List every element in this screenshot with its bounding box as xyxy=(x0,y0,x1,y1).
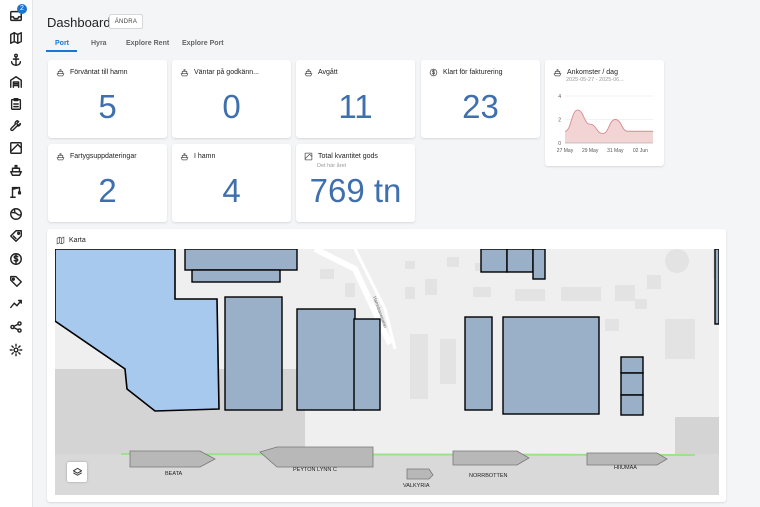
garage-icon[interactable] xyxy=(9,75,23,89)
dollar-icon[interactable] xyxy=(9,252,23,266)
clipboard-icon[interactable] xyxy=(9,97,23,111)
ship-label-hiiumaa: HIIUMAA xyxy=(614,465,637,471)
card-updates[interactable]: Fartygsuppdateringar 2 xyxy=(48,144,167,222)
tab-hyra[interactable]: Hyra xyxy=(91,40,107,47)
chart-subtitle: 2025-05-27 - 2025-06... xyxy=(566,77,624,83)
x-tick-label: 29 May xyxy=(582,148,599,154)
x-tick-label: 31 May xyxy=(607,148,624,154)
map-title: Karta xyxy=(69,237,86,244)
card-label: Total kvantitet gods xyxy=(318,153,378,160)
ship-icon[interactable] xyxy=(9,163,23,177)
card-label: Avgått xyxy=(318,69,338,76)
crane-icon[interactable] xyxy=(9,185,23,199)
ship-icon xyxy=(304,69,313,77)
card-label: I hamn xyxy=(194,153,216,160)
y-tick-label: 2 xyxy=(558,117,561,123)
ship-valkyria xyxy=(406,468,434,480)
wrench-icon[interactable] xyxy=(9,119,23,133)
card-label: Fartygsuppdateringar xyxy=(70,153,137,160)
settings-icon[interactable] xyxy=(9,343,23,357)
card-label: Klart för fakturering xyxy=(443,69,503,76)
label-icon[interactable] xyxy=(9,274,23,288)
card-label: Väntar på godkänn... xyxy=(194,69,259,76)
card-invoice[interactable]: Klart för fakturering 23 xyxy=(421,60,540,138)
card-value: 11 xyxy=(338,88,373,125)
ship-hiiumaa xyxy=(586,452,668,466)
page-title: Dashboard xyxy=(47,15,111,30)
layers-icon xyxy=(72,467,82,476)
card-label: Förväntat till hamn xyxy=(70,69,128,76)
ship-beata xyxy=(129,450,216,468)
ship-norrbotten xyxy=(452,450,530,466)
card-value: 769 tn xyxy=(309,172,402,209)
tab-explore-rent[interactable]: Explore Rent xyxy=(126,40,169,47)
ship-peyton-lynn-c xyxy=(259,446,374,468)
card-arrivals[interactable]: Ankomster / dag 2025-05-27 - 2025-06... … xyxy=(545,60,664,166)
map-card: Karta Hamnbanegatan BEATA PEYTON LYNN C … xyxy=(47,229,726,502)
image-icon[interactable] xyxy=(9,141,23,155)
ship-label-valkyria: VALKYRIA xyxy=(403,483,430,489)
notification-badge: 2 xyxy=(17,4,27,14)
ship-icon xyxy=(180,153,189,161)
tab-port[interactable]: Port xyxy=(55,40,69,47)
share-icon[interactable] xyxy=(9,320,23,334)
dollar-icon xyxy=(429,68,438,77)
active-tab-indicator xyxy=(46,50,77,52)
tag-icon[interactable] xyxy=(9,229,23,243)
ship-icon xyxy=(56,69,65,77)
tab-explore-port[interactable]: Explore Port xyxy=(182,40,224,47)
port-map[interactable]: Hamnbanegatan BEATA PEYTON LYNN C VALKYR… xyxy=(55,249,719,495)
card-value: 4 xyxy=(222,172,241,209)
card-value: 5 xyxy=(98,88,117,125)
card-departed[interactable]: Avgått 11 xyxy=(296,60,415,138)
trending-icon[interactable] xyxy=(9,297,23,311)
sidebar: 2 xyxy=(0,0,33,507)
x-tick-label: 27 May xyxy=(557,148,574,154)
card-waiting[interactable]: Väntar på godkänn... 0 xyxy=(172,60,291,138)
card-cargo[interactable]: Total kvantitet gods Det här året 769 tn xyxy=(296,144,415,222)
y-tick-label: 4 xyxy=(558,94,561,100)
map-icon xyxy=(56,236,65,245)
card-value: 23 xyxy=(462,88,499,125)
anchor-icon[interactable] xyxy=(9,53,23,67)
card-expected[interactable]: Förväntat till hamn 5 xyxy=(48,60,167,138)
ship-icon xyxy=(56,153,65,161)
card-in-port[interactable]: I hamn 4 xyxy=(172,144,291,222)
arrivals-chart: 0 2 4 27 May 29 May 31 May 02 Jun xyxy=(557,94,653,154)
card-value: 0 xyxy=(222,88,241,125)
ship-icon xyxy=(553,69,562,77)
edit-button[interactable]: ÄNDRA xyxy=(109,14,143,29)
quay xyxy=(675,417,719,457)
globe-icon[interactable] xyxy=(9,207,23,221)
y-tick-label: 0 xyxy=(558,141,561,147)
image-icon xyxy=(304,152,313,161)
chart-title: Ankomster / dag xyxy=(567,69,618,76)
ship-label-beata: BEATA xyxy=(165,471,183,477)
map-icon[interactable] xyxy=(9,31,23,45)
card-sublabel: Det här året xyxy=(317,163,347,169)
ship-label-norrbotten: NORRBOTTEN xyxy=(469,473,508,479)
map-canvas: Hamnbanegatan BEATA PEYTON LYNN C VALKYR… xyxy=(55,249,719,495)
layers-button[interactable] xyxy=(67,462,87,482)
ship-icon xyxy=(180,69,189,77)
x-tick-label: 02 Jun xyxy=(633,148,648,154)
card-value: 2 xyxy=(98,172,117,209)
ship-label-peyton-lynn-c: PEYTON LYNN C xyxy=(293,467,337,473)
